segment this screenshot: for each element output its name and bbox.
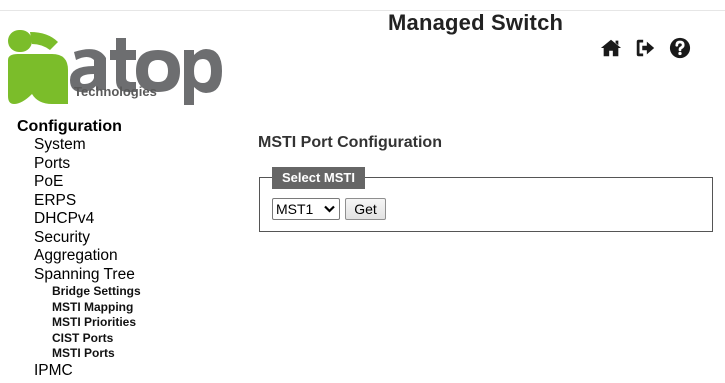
sidebar-item-aggregation[interactable]: Aggregation: [34, 247, 217, 266]
fieldset-legend: Select MSTI: [272, 167, 365, 189]
sidebar-item-ipmc[interactable]: IPMC: [34, 362, 217, 381]
atop-logo: Technologies: [8, 30, 223, 105]
get-button[interactable]: Get: [345, 198, 386, 220]
app-title: Managed Switch: [388, 10, 564, 35]
sidebar-item-poe[interactable]: PoE: [34, 173, 217, 192]
top-divider: [0, 10, 725, 11]
logout-icon[interactable]: [634, 37, 656, 59]
help-icon[interactable]: [669, 37, 691, 59]
sidebar-item-ports[interactable]: Ports: [34, 155, 217, 174]
msti-select-value: MST1: [276, 201, 314, 217]
sidebar-nav: Configuration System Ports PoE ERPS DHCP…: [17, 118, 217, 380]
sidebar-subitem-msti-mapping[interactable]: MSTI Mapping: [52, 300, 217, 316]
chevron-down-icon: [324, 205, 335, 213]
sidebar-heading-configuration[interactable]: Configuration: [17, 118, 217, 136]
sidebar-subitem-msti-priorities[interactable]: MSTI Priorities: [52, 315, 217, 331]
page-title: MSTI Port Configuration: [258, 134, 442, 151]
sidebar-subitem-bridge-settings[interactable]: Bridge Settings: [52, 284, 217, 300]
home-icon[interactable]: [600, 37, 622, 59]
logo-subtext: Technologies: [74, 84, 157, 99]
select-msti-fieldset: Select MSTI MST1 Get: [259, 167, 713, 232]
sidebar-item-security[interactable]: Security: [34, 229, 217, 248]
sidebar-item-dhcpv4[interactable]: DHCPv4: [34, 210, 217, 229]
msti-select[interactable]: MST1: [272, 198, 340, 220]
sidebar-item-spanning-tree[interactable]: Spanning Tree: [34, 266, 217, 285]
sidebar-item-system[interactable]: System: [34, 136, 217, 155]
sidebar-item-erps[interactable]: ERPS: [34, 192, 217, 211]
sidebar-subitem-msti-ports[interactable]: MSTI Ports: [52, 346, 217, 362]
sidebar-subitem-cist-ports[interactable]: CIST Ports: [52, 331, 217, 347]
